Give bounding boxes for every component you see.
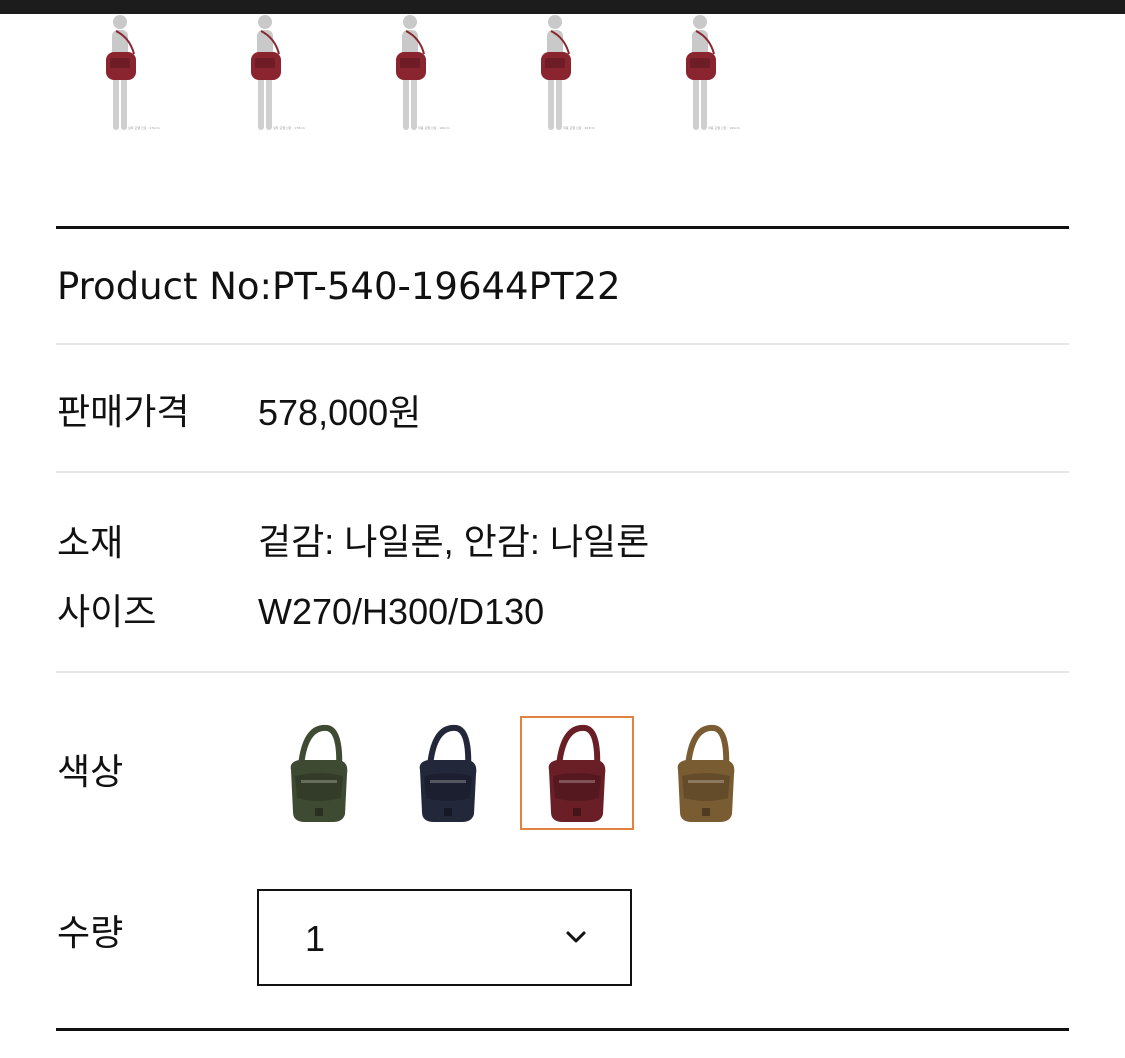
divider — [56, 471, 1069, 473]
color-swatch-navy[interactable] — [391, 716, 505, 830]
model-photo-strip: 실착 모델 신장 : 170cm 실착 모델 신장 : 178cm 착용 모델 신장… — [90, 14, 810, 144]
material-label: 소재 — [57, 523, 124, 564]
quantity-label: 수량 — [57, 913, 124, 954]
size-value: W270/H300/D130 — [258, 591, 545, 632]
product-number: Product No:PT-540-19644PT22 — [57, 265, 621, 308]
bag-icon — [677, 724, 735, 822]
model-photo: 착용 모델 신장 : 160cm — [670, 14, 790, 144]
top-bar — [0, 0, 1125, 14]
section-divider-bottom — [56, 1028, 1069, 1031]
price-label: 판매가격 — [57, 392, 190, 433]
model-caption: 실착 모델 신장 : 178cm — [273, 126, 305, 130]
color-label: 색상 — [57, 752, 124, 793]
model-photo: 착용 모델 신장 : 160cm — [380, 14, 500, 144]
model-caption: 실착 모델 신장 : 170cm — [128, 126, 160, 130]
model-caption: 착용 모델 신장 : 163cm — [563, 126, 595, 130]
divider — [56, 343, 1069, 345]
section-divider-top — [56, 226, 1069, 229]
model-photo: 착용 모델 신장 : 163cm — [525, 14, 645, 144]
model-caption: 착용 모델 신장 : 160cm — [708, 126, 740, 130]
chevron-down-icon — [565, 929, 587, 948]
color-swatch-khaki[interactable] — [649, 716, 763, 830]
material-value: 겉감: 나일론, 안감: 나일론 — [258, 521, 650, 562]
quantity-value: 1 — [305, 918, 326, 959]
divider — [56, 671, 1069, 673]
size-label: 사이즈 — [57, 592, 157, 633]
price-value: 578,000원 — [258, 392, 422, 433]
color-swatch-burgundy[interactable] — [520, 716, 634, 830]
bag-icon — [419, 724, 477, 822]
model-photo: 실착 모델 신장 : 178cm — [235, 14, 355, 144]
bag-icon — [548, 724, 606, 822]
model-photo: 실착 모델 신장 : 170cm — [90, 14, 210, 144]
quantity-select[interactable]: 1 — [257, 889, 632, 986]
bag-icon — [290, 724, 348, 822]
model-caption: 착용 모델 신장 : 160cm — [418, 126, 450, 130]
color-swatch-olive[interactable] — [262, 716, 376, 830]
